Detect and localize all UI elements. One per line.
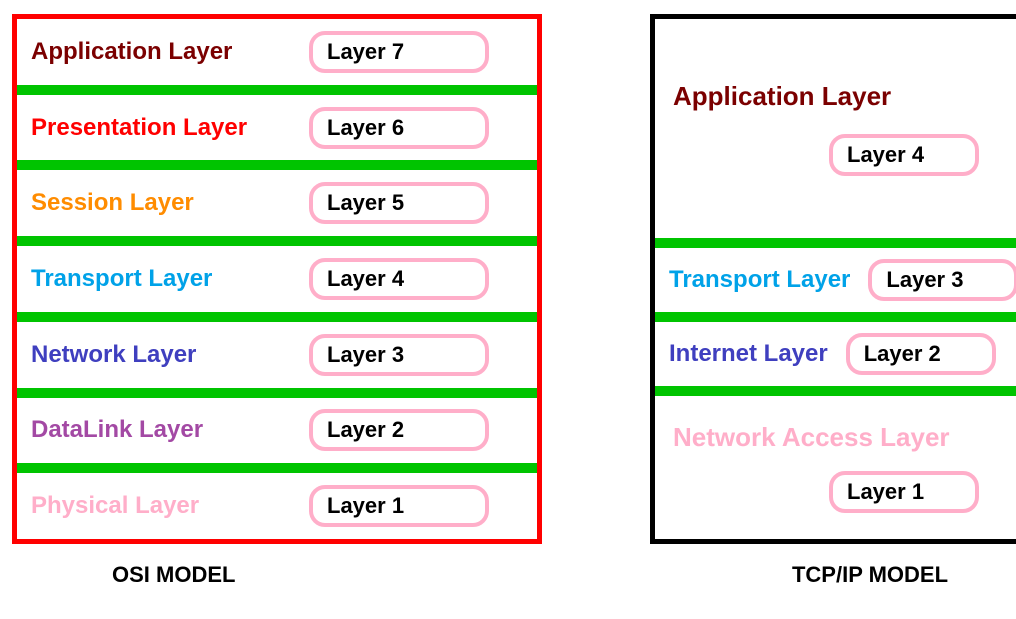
tcpip-layer-name: Network Access Layer [673, 422, 950, 453]
osi-layer-datalink: DataLink Layer Layer 2 [17, 393, 537, 469]
osi-caption: OSI MODEL [112, 562, 642, 588]
tcpip-caption: TCP/IP MODEL [650, 562, 1016, 588]
osi-layer-badge: Layer 7 [309, 31, 489, 73]
tcpip-layer-network-access: Network Access Layer Layer 1 [655, 391, 1016, 539]
tcpip-layer-transport: Transport Layer Layer 3 [655, 243, 1016, 317]
osi-layer-badge: Layer 4 [309, 258, 489, 300]
tcpip-layer-name: Application Layer [673, 81, 891, 112]
osi-layer-name: DataLink Layer [31, 416, 291, 444]
osi-layer-badge: Layer 3 [309, 334, 489, 376]
tcpip-layer-badge: Layer 4 [829, 134, 979, 176]
tcpip-layer-badge: Layer 2 [846, 333, 996, 375]
osi-layer-badge: Layer 6 [309, 107, 489, 149]
osi-layer-name: Transport Layer [31, 265, 291, 293]
tcpip-layer-name: Transport Layer [669, 266, 850, 294]
osi-layer-presentation: Presentation Layer Layer 6 [17, 90, 537, 166]
osi-layer-name: Network Layer [31, 341, 291, 369]
osi-layer-transport: Transport Layer Layer 4 [17, 241, 537, 317]
tcpip-layer-name: Internet Layer [669, 340, 828, 368]
osi-layer-network: Network Layer Layer 3 [17, 317, 537, 393]
tcpip-layer-badge: Layer 3 [868, 259, 1016, 301]
tcpip-column: Application Layer Layer 4 Transport Laye… [650, 14, 1016, 588]
osi-layer-name: Physical Layer [31, 492, 291, 520]
models-wrap: Application Layer Layer 7 Presentation L… [0, 0, 1016, 588]
osi-layer-name: Presentation Layer [31, 114, 291, 142]
osi-layer-session: Session Layer Layer 5 [17, 165, 537, 241]
tcpip-layer-badge: Layer 1 [829, 471, 979, 513]
tcpip-layer-internet: Internet Layer Layer 2 [655, 317, 1016, 391]
osi-layer-badge: Layer 2 [309, 409, 489, 451]
osi-layer-application: Application Layer Layer 7 [17, 19, 537, 90]
tcpip-layer-application: Application Layer Layer 4 [655, 19, 1016, 243]
tcpip-model-box: Application Layer Layer 4 Transport Laye… [650, 14, 1016, 544]
osi-layer-name: Application Layer [31, 38, 291, 66]
osi-layer-physical: Physical Layer Layer 1 [17, 468, 537, 539]
osi-layer-name: Session Layer [31, 189, 291, 217]
osi-layer-badge: Layer 5 [309, 182, 489, 224]
osi-column: Application Layer Layer 7 Presentation L… [12, 14, 642, 588]
osi-layer-badge: Layer 1 [309, 485, 489, 527]
osi-model-box: Application Layer Layer 7 Presentation L… [12, 14, 542, 544]
